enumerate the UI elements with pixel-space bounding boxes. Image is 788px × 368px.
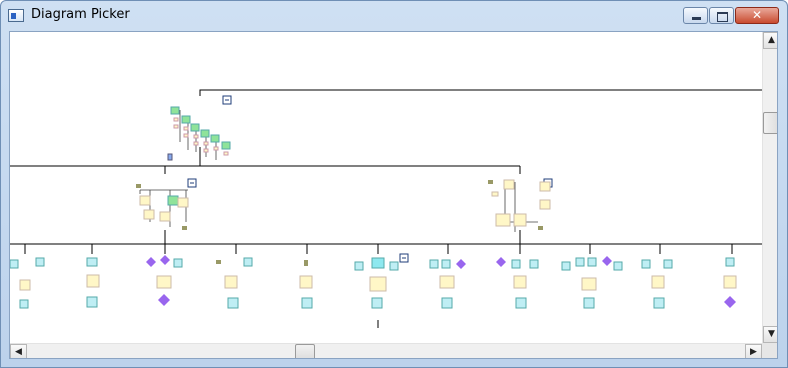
close-button[interactable]: ✕ [735, 7, 779, 24]
leaf-diagram-11[interactable] [723, 257, 737, 308]
leaf-diagram-4[interactable] [216, 257, 253, 309]
collapse-button-left-branch[interactable] [187, 178, 197, 188]
leaf-diagram-2[interactable] [86, 257, 100, 308]
diagram-canvas[interactable]: ▲ ▼ ◀ ▶ [9, 31, 778, 359]
vertical-scroll-thumb[interactable] [763, 112, 777, 134]
leaf-diagram-5[interactable] [299, 260, 313, 309]
scrollbar-corner-grip[interactable] [762, 343, 777, 358]
tree-connectors [10, 89, 762, 328]
horizontal-scroll-thumb[interactable] [295, 344, 315, 358]
leaf-diagram-7[interactable] [429, 259, 466, 309]
diagram-picker-window: Diagram Picker ✕ ▲ ▼ ◀ ▶ [0, 0, 788, 368]
scroll-right-button[interactable]: ▶ [745, 344, 762, 358]
diagram-thumbnail-left[interactable] [136, 184, 189, 230]
leaf-diagram-8[interactable] [496, 257, 539, 309]
leaf-diagram-6[interactable] [354, 257, 399, 309]
close-icon: ✕ [752, 8, 763, 22]
window-title: Diagram Picker [31, 7, 130, 22]
collapse-button-root[interactable] [222, 95, 232, 105]
minimize-icon [692, 17, 701, 20]
diagram-thumbnail-right[interactable] [488, 179, 551, 232]
horizontal-scrollbar[interactable]: ◀ ▶ [10, 343, 762, 358]
leaf-diagram-1[interactable] [10, 257, 45, 309]
vertical-scrollbar[interactable]: ▲ ▼ [762, 32, 777, 343]
diagram-thumbnail-root[interactable] [167, 106, 231, 161]
maximize-button[interactable] [709, 7, 734, 24]
leaf-diagram-3[interactable] [146, 255, 183, 306]
title-bar[interactable]: Diagram Picker ✕ [1, 1, 787, 29]
window-icon [8, 9, 24, 22]
scroll-left-button[interactable]: ◀ [10, 344, 27, 358]
diagram-tree[interactable] [10, 32, 762, 343]
leaf-diagram-9[interactable] [561, 256, 623, 309]
minimize-button[interactable] [683, 7, 708, 24]
scroll-up-button[interactable]: ▲ [763, 32, 777, 49]
collapse-button-leaf[interactable] [399, 253, 409, 263]
scroll-down-button[interactable]: ▼ [763, 326, 777, 343]
maximize-icon [717, 12, 728, 22]
leaf-diagram-10[interactable] [641, 259, 673, 309]
